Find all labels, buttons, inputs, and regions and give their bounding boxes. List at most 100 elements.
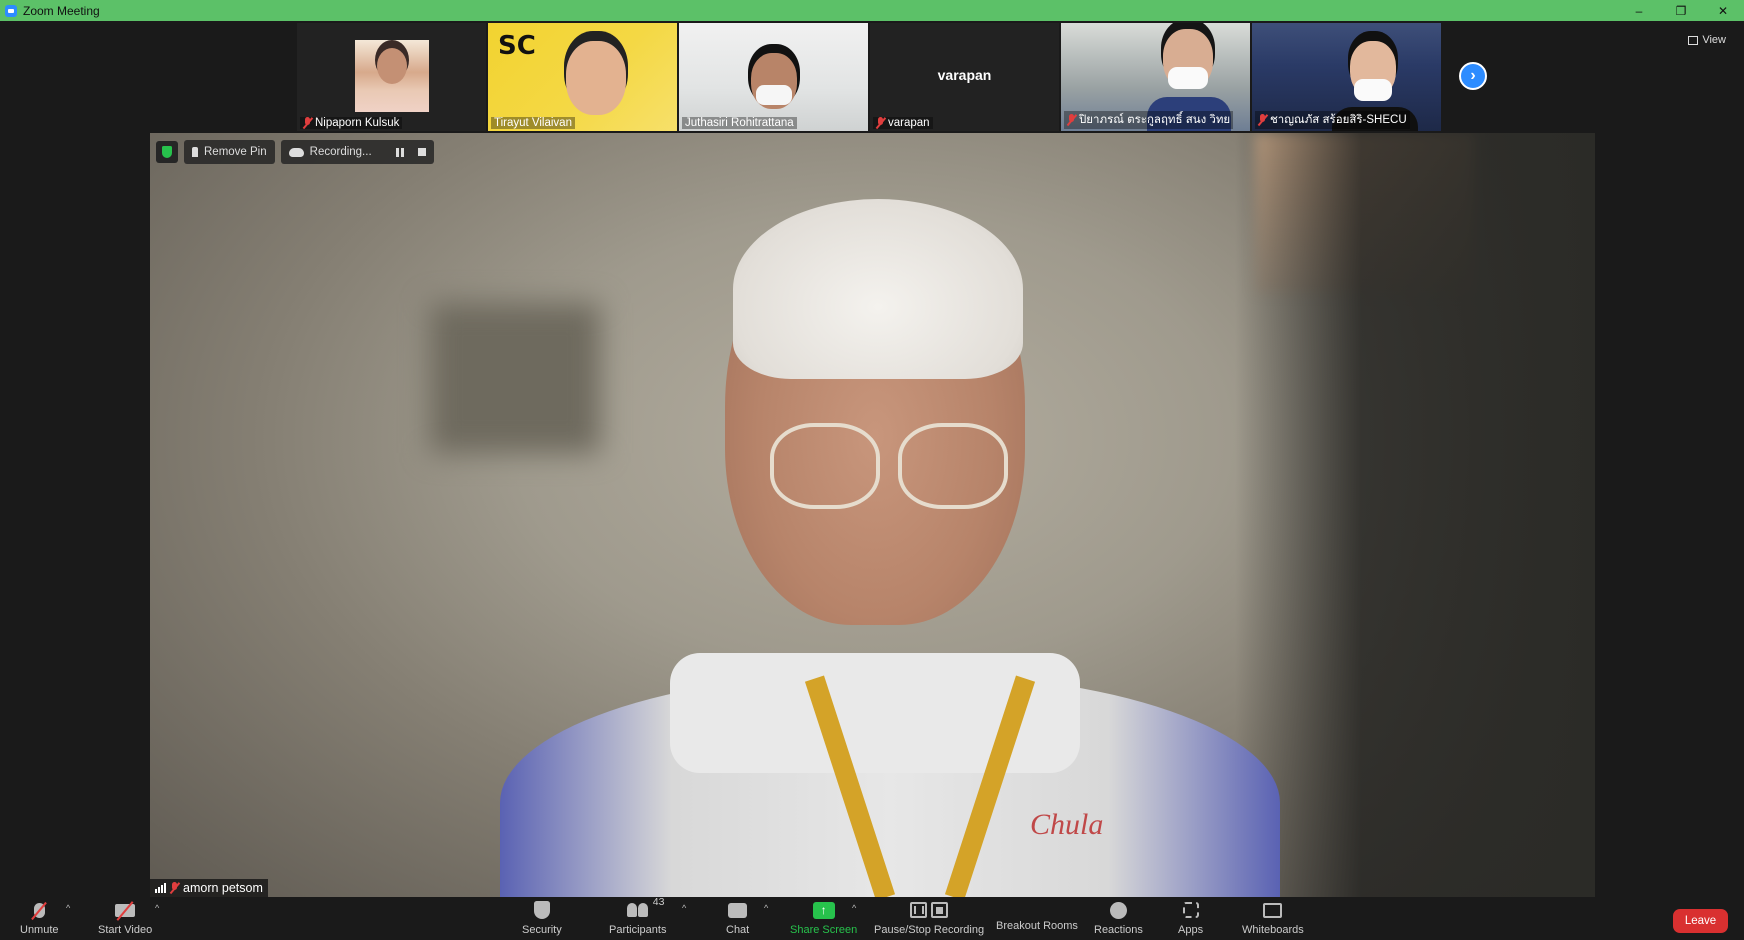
remove-pin-button[interactable]: Remove Pin <box>184 140 275 164</box>
connection-signal-icon <box>155 883 166 893</box>
glasses-lens <box>898 423 1008 509</box>
share-options-caret-icon[interactable]: ^ <box>852 903 856 913</box>
title-bar: Zoom Meeting – ❐ ✕ <box>0 0 1744 21</box>
participant-strip: Nipaporn Kulsuk SC Tirayut Vilaivan Juth… <box>297 23 1441 131</box>
minimize-button[interactable]: – <box>1618 0 1660 21</box>
security-button[interactable]: Security <box>522 899 562 936</box>
view-grid-icon <box>1688 35 1699 45</box>
leave-button[interactable]: Leave <box>1673 909 1728 933</box>
view-label: View <box>1702 34 1726 46</box>
face-mask <box>1354 79 1392 101</box>
whiteboard-icon <box>1263 902 1283 918</box>
video-options-caret-icon[interactable]: ^ <box>155 903 159 913</box>
participants-count: 43 <box>652 896 665 908</box>
share-screen-button[interactable]: ↑ Share Screen <box>790 899 857 936</box>
next-page-arrow-icon[interactable]: › <box>1459 62 1487 90</box>
apps-label: Apps <box>1178 924 1204 936</box>
view-button[interactable]: View <box>1682 30 1732 50</box>
pinned-video[interactable]: Chula <box>150 133 1595 897</box>
apps-icon <box>1182 902 1199 918</box>
pause-icon <box>910 902 928 918</box>
pause-recording-icon[interactable] <box>395 147 404 157</box>
whiteboards-label: Whiteboards <box>1242 924 1304 936</box>
mic-muted-icon <box>170 882 179 894</box>
participant-avatar <box>355 40 429 112</box>
pin-icon <box>192 147 198 157</box>
reactions-smiley-icon <box>1109 901 1127 919</box>
speaker-name-tag: amorn petsom <box>150 879 268 897</box>
participant-name-tag: Nipaporn Kulsuk <box>300 117 403 129</box>
glasses-lens <box>770 423 880 509</box>
share-screen-arrow-icon: ↑ <box>812 901 835 919</box>
mic-muted-icon <box>876 117 885 129</box>
apps-button[interactable]: Apps <box>1178 899 1203 936</box>
participant-name: Tirayut Vilaivan <box>494 117 572 129</box>
participant-name: ชาญณภัส สร้อยสิริ-SHECU <box>1270 114 1407 126</box>
unmute-label: Unmute <box>20 924 59 936</box>
face-mask <box>1168 67 1208 89</box>
window-title: Zoom Meeting <box>23 3 100 18</box>
participant-tile[interactable]: Juthasiri Rohitrattana <box>679 23 868 131</box>
background-shelf <box>1235 133 1595 897</box>
meeting-toolbar: Unmute ^ Start Video ^ Security 43 Parti… <box>0 896 1744 940</box>
participants-icon <box>626 903 649 917</box>
remove-pin-label: Remove Pin <box>204 146 267 158</box>
recording-controls <box>395 147 426 157</box>
chat-options-caret-icon[interactable]: ^ <box>764 903 768 913</box>
stop-recording-icon[interactable] <box>417 147 426 156</box>
stop-icon <box>931 902 949 918</box>
mic-muted-icon <box>303 117 312 129</box>
participants-options-caret-icon[interactable]: ^ <box>682 903 686 913</box>
participant-name-tag: varapan <box>873 117 933 129</box>
encryption-shield-icon[interactable] <box>156 141 178 163</box>
video-off-icon <box>115 903 136 917</box>
pause-stop-recording-button[interactable]: Pause/Stop Recording <box>874 899 984 936</box>
speaker-hair <box>733 199 1023 379</box>
background-sc-logo: SC <box>498 31 536 61</box>
breakout-rooms-icon <box>1028 899 1046 917</box>
participant-tile[interactable]: ชาญณภัส สร้อยสิริ-SHECU <box>1252 23 1441 131</box>
audio-options-caret-icon[interactable]: ^ <box>66 903 70 913</box>
start-video-button[interactable]: Start Video <box>98 899 152 936</box>
unmute-button[interactable]: Unmute <box>20 899 59 936</box>
speaker-glasses <box>770 423 1010 513</box>
breakout-rooms-button[interactable]: Breakout Rooms <box>996 899 1078 932</box>
participant-name-tag: ปิยาภรณ์ ตระกูลฤทธิ์ สนง วิทย <box>1064 111 1234 129</box>
recording-label: Recording... <box>309 146 372 158</box>
whiteboards-button[interactable]: Whiteboards <box>1242 899 1304 936</box>
participant-face <box>566 41 626 115</box>
chat-label: Chat <box>726 924 750 936</box>
chat-button[interactable]: Chat <box>726 899 749 936</box>
pause-stop-recording-label: Pause/Stop Recording <box>874 924 985 936</box>
video-overlay-controls: Remove Pin Recording... <box>156 140 434 164</box>
participant-name-tag: Tirayut Vilaivan <box>491 117 575 129</box>
participant-tile[interactable]: varapan varapan <box>870 23 1059 131</box>
speaker-name: amorn petsom <box>183 881 263 895</box>
participant-tile[interactable]: ปิยาภรณ์ ตระกูลฤทธิ์ สนง วิทย <box>1061 23 1250 131</box>
mic-muted-icon <box>1067 114 1076 126</box>
restore-button[interactable]: ❐ <box>1660 0 1702 21</box>
participants-label: Participants <box>609 924 667 936</box>
participant-name-tag: Juthasiri Rohitrattana <box>682 117 797 129</box>
cloud-recording-icon <box>288 147 304 157</box>
participant-tile[interactable]: SC Tirayut Vilaivan <box>488 23 677 131</box>
breakout-rooms-label: Breakout Rooms <box>996 920 1078 932</box>
reactions-label: Reactions <box>1094 924 1143 936</box>
security-shield-icon <box>533 901 550 919</box>
recording-indicator: Recording... <box>280 140 434 164</box>
participant-center-label: varapan <box>937 67 992 83</box>
zoom-app-icon <box>5 4 17 17</box>
participant-name: Juthasiri Rohitrattana <box>685 117 794 129</box>
mic-muted-icon <box>1258 114 1267 126</box>
reactions-button[interactable]: Reactions <box>1094 899 1143 936</box>
participants-button[interactable]: 43 Participants <box>609 896 667 936</box>
window-controls: – ❐ ✕ <box>1618 0 1744 21</box>
chat-bubble-icon <box>728 902 748 918</box>
participant-name: ปิยาภรณ์ ตระกูลฤทธิ์ สนง วิทย <box>1079 114 1231 126</box>
start-video-label: Start Video <box>98 924 153 936</box>
close-button[interactable]: ✕ <box>1702 0 1744 21</box>
share-screen-label: Share Screen <box>790 924 858 936</box>
participant-tile[interactable]: Nipaporn Kulsuk <box>297 23 486 131</box>
participant-name: Nipaporn Kulsuk <box>315 117 400 129</box>
security-label: Security <box>522 924 562 936</box>
